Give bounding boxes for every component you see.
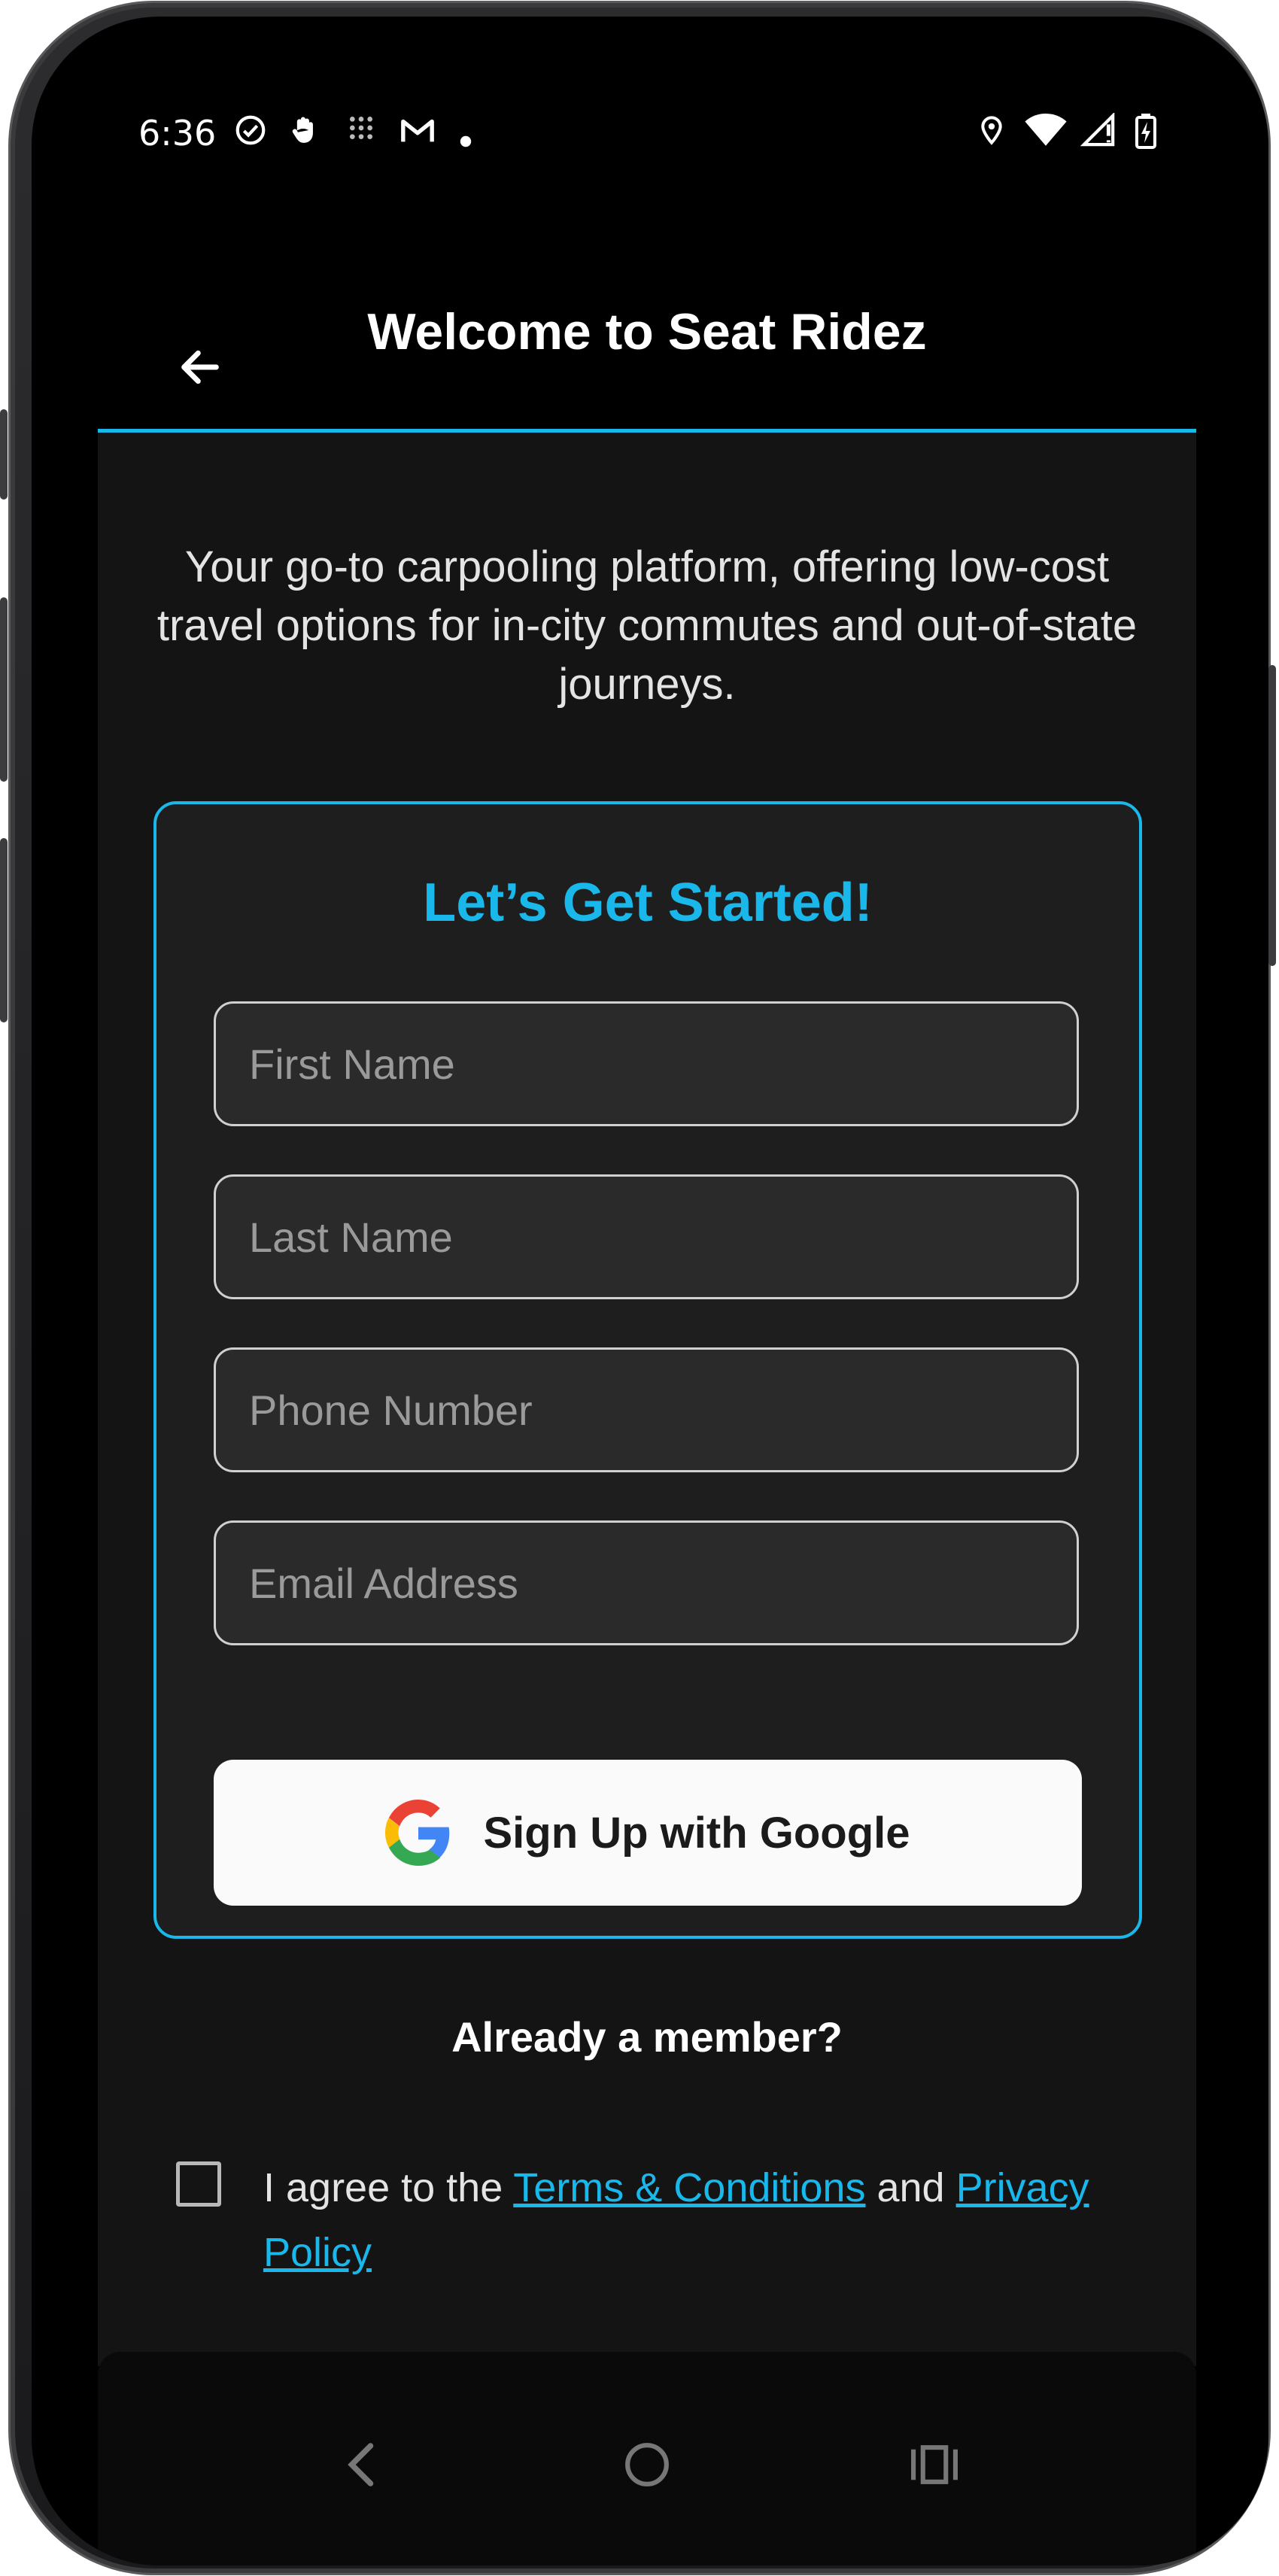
- side-button: [0, 409, 8, 500]
- agreement-middle: and: [865, 2165, 956, 2210]
- email-address-input[interactable]: [214, 1520, 1079, 1645]
- signal-icon: [1080, 111, 1116, 153]
- tagline: Your go-to carpooling platform, offering…: [156, 542, 1138, 709]
- google-logo-icon: [385, 1800, 450, 1866]
- status-time: 6:36: [138, 113, 217, 153]
- main-content: Your go-to carpooling platform, offering…: [98, 433, 1196, 2366]
- recents-icon: [911, 2445, 958, 2484]
- side-button: [1268, 665, 1276, 966]
- nav-home-button[interactable]: [617, 2435, 677, 2495]
- navigation-bar: [98, 2352, 1196, 2565]
- first-name-input[interactable]: [214, 1001, 1079, 1126]
- chevron-left-icon: [348, 2443, 374, 2486]
- check-circle-icon: [233, 113, 268, 153]
- terms-link[interactable]: Terms & Conditions: [513, 2165, 865, 2210]
- card-title: Let’s Get Started!: [423, 873, 873, 933]
- screen: 6:36 Welcome to Seat Ridez Your go-to ca…: [32, 17, 1268, 2565]
- status-bar: 6:36: [32, 17, 1268, 190]
- nav-back-button[interactable]: [331, 2435, 391, 2495]
- side-button: [0, 838, 8, 1022]
- agreement-text: I agree to the Terms & Conditions and Pr…: [263, 2155, 1166, 2285]
- google-signup-button[interactable]: Sign Up with Google: [214, 1760, 1082, 1906]
- location-icon: [977, 113, 1007, 153]
- home-circle-icon: [625, 2443, 669, 2486]
- page-title: Welcome to Seat Ridez: [367, 303, 927, 360]
- google-button-label: Sign Up with Google: [483, 1808, 910, 1858]
- notification-dot-icon: [459, 122, 472, 153]
- signup-card: Let’s Get Started! Sign Up with Google: [153, 801, 1142, 1939]
- agree-checkbox[interactable]: [176, 2161, 221, 2207]
- phone-frame: 6:36 Welcome to Seat Ridez Your go-to ca…: [0, 3, 1276, 2573]
- hand-icon: [287, 113, 322, 153]
- agreement-prefix: I agree to the: [263, 2165, 514, 2210]
- nav-recents-button[interactable]: [904, 2435, 965, 2495]
- gmail-icon: [399, 113, 436, 153]
- apps-grid-icon: [346, 113, 376, 148]
- already-member-link[interactable]: Already a member?: [98, 2012, 1196, 2061]
- app-header: Welcome to Seat Ridez: [98, 190, 1196, 433]
- battery-charging-icon: [1135, 113, 1157, 154]
- wifi-icon: [1025, 113, 1067, 153]
- side-button: [0, 597, 8, 782]
- last-name-input[interactable]: [214, 1174, 1079, 1299]
- phone-number-input[interactable]: [214, 1347, 1079, 1472]
